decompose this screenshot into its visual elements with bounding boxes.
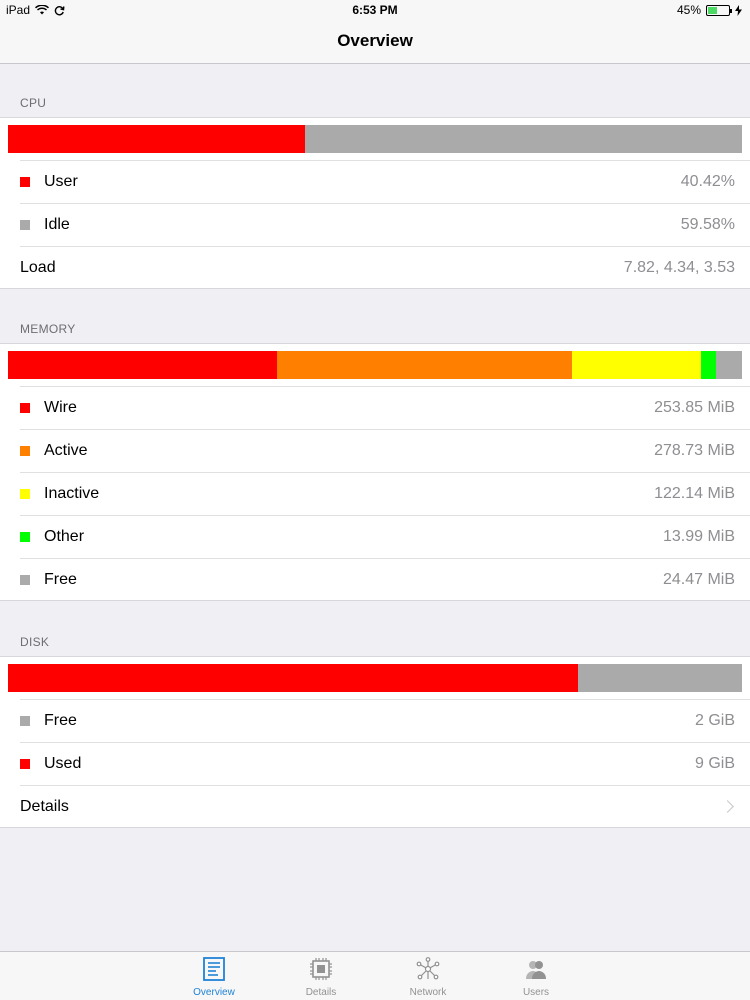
tab-overview[interactable]: Overview <box>179 954 249 1000</box>
memory-usage-bar <box>8 351 742 379</box>
memory-row-value: 278.73 MiB <box>654 441 735 459</box>
cpu-row-user: User 40.42% <box>0 160 750 203</box>
details-label: Details <box>20 797 69 815</box>
cpu-row-value: 59.58% <box>680 215 735 233</box>
cpu-row-label: Idle <box>44 215 70 233</box>
battery-fill <box>708 6 717 14</box>
inactive-bar-segment <box>571 351 702 379</box>
memory-row-label: Inactive <box>44 484 100 502</box>
active-color-swatch <box>20 445 30 456</box>
memory-row-value: 24.47 MiB <box>662 570 735 588</box>
navigation-bar: Overview <box>0 20 750 64</box>
status-bar: iPad 6:53 PM 45% <box>0 0 750 20</box>
memory-row-value: 253.85 MiB <box>654 398 735 416</box>
tab-label: Overview <box>193 987 235 998</box>
disk-usage-bar <box>8 664 742 692</box>
tab-label: Users <box>522 987 550 998</box>
idle-color-swatch <box>20 219 30 230</box>
disk-row-free: Free 2 GiB <box>0 699 750 742</box>
user-color-swatch <box>20 176 30 187</box>
details-row-button[interactable]: Details <box>0 785 750 828</box>
disk-section-header: DISK <box>20 635 50 649</box>
free-bar-segment <box>577 664 742 692</box>
used-bar-segment <box>8 664 578 692</box>
memory-row-other: Other 13.99 MiB <box>0 515 750 558</box>
overview-icon <box>203 957 225 981</box>
cpu-row-label: User <box>44 172 78 190</box>
tab-label: Network <box>409 987 447 998</box>
tab-users[interactable]: Users <box>501 954 571 1000</box>
tab-label: Details <box>305 987 337 998</box>
memory-row-label: Free <box>44 570 77 588</box>
disk-row-value: 9 GiB <box>694 754 735 772</box>
wire-color-swatch <box>20 402 30 413</box>
cpu-usage-bar <box>8 125 742 153</box>
cpu-section-header: CPU <box>20 96 47 110</box>
memory-row-label: Other <box>44 527 85 545</box>
memory-row-wire: Wire 253.85 MiB <box>0 386 750 429</box>
page-title: Overview <box>337 31 413 50</box>
inactive-color-swatch <box>20 488 30 499</box>
load-value: 7.82, 4.34, 3.53 <box>623 258 735 276</box>
chevron-right-icon <box>721 800 734 813</box>
status-right: 45% <box>677 3 742 17</box>
memory-row-label: Active <box>44 441 88 459</box>
tab-bar: Overview Details Network Users <box>0 951 750 1000</box>
memory-section-header: MEMORY <box>20 322 76 336</box>
active-bar-segment <box>276 351 572 379</box>
memory-row-free: Free 24.47 MiB <box>0 558 750 601</box>
user-bar-segment <box>8 125 305 153</box>
wire-bar-segment <box>8 351 277 379</box>
load-label: Load <box>20 258 56 276</box>
charging-icon <box>735 4 742 16</box>
network-icon <box>416 957 440 980</box>
cpu-row-load: Load 7.82, 4.34, 3.53 <box>0 246 750 289</box>
memory-row-value: 122.14 MiB <box>654 484 735 502</box>
free-color-swatch <box>20 574 30 585</box>
users-icon <box>526 961 546 979</box>
tab-details[interactable]: Details <box>286 954 356 1000</box>
cpu-group: User 40.42% Idle 59.58% Load 7.82, 4.34,… <box>0 117 750 289</box>
memory-group: Wire 253.85 MiB Active 278.73 MiB Inacti… <box>0 343 750 601</box>
memory-row-inactive: Inactive 122.14 MiB <box>0 472 750 515</box>
memory-row-value: 13.99 MiB <box>662 527 735 545</box>
tab-network[interactable]: Network <box>393 954 463 1000</box>
status-time: 6:53 PM <box>352 3 398 17</box>
disk-row-used: Used 9 GiB <box>0 742 750 785</box>
disk-row-label: Free <box>44 711 77 729</box>
chip-icon <box>310 958 332 980</box>
memory-row-label: Wire <box>44 398 77 416</box>
disk-row-label: Used <box>44 754 82 772</box>
used-color-swatch <box>20 758 30 769</box>
battery-percent: 45% <box>676 3 701 17</box>
disk-row-value: 2 GiB <box>694 711 735 729</box>
other-color-swatch <box>20 531 30 542</box>
free-bar-segment <box>716 351 742 379</box>
free-color-swatch <box>20 715 30 726</box>
other-bar-segment <box>701 351 717 379</box>
cpu-row-idle: Idle 59.58% <box>0 203 750 246</box>
idle-bar-segment <box>304 125 742 153</box>
battery-icon <box>706 4 732 16</box>
cpu-row-value: 40.42% <box>680 172 735 190</box>
memory-row-active: Active 278.73 MiB <box>0 429 750 472</box>
disk-group: Free 2 GiB Used 9 GiB Details <box>0 656 750 828</box>
